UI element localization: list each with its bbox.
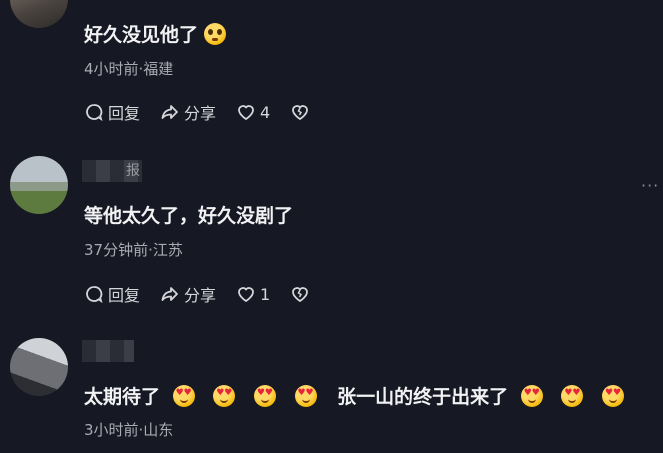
heart-eyes-icon <box>294 385 317 407</box>
reply-label: 回复 <box>108 104 141 123</box>
avatar[interactable] <box>10 338 68 396</box>
pleading-face-icon <box>204 23 227 45</box>
comment-text: 等他太久了，好久没剧了 <box>84 205 294 227</box>
share-button[interactable]: 分享 <box>160 100 216 124</box>
comment-actions: 回复 分享 1 <box>84 282 334 306</box>
heart-eyes-icon <box>602 385 625 407</box>
comment-actions: 回复 分享 4 <box>84 100 334 124</box>
avatar[interactable] <box>10 0 68 28</box>
share-label: 分享 <box>184 104 217 123</box>
reply-button[interactable]: 回复 <box>84 282 140 306</box>
comment-text-part2: 张一山的终于出来了 <box>337 386 509 408</box>
reply-icon <box>86 104 103 122</box>
comment-meta: 4小时前·福建 <box>84 60 174 78</box>
like-button[interactable]: 4 <box>236 102 270 122</box>
comment-meta: 3小时前·山东 <box>84 421 174 439</box>
heart-eyes-icon <box>561 385 584 407</box>
like-button[interactable]: 1 <box>236 284 270 304</box>
heart-eyes-icon <box>172 385 195 407</box>
username[interactable]: 报 <box>82 160 142 182</box>
more-options-icon[interactable]: ··· <box>641 176 659 195</box>
username[interactable] <box>82 340 134 362</box>
comment-text: 太期待了 张一山的终于出来了 <box>84 382 630 409</box>
reply-button[interactable]: 回复 <box>84 100 140 124</box>
like-count: 1 <box>260 284 271 304</box>
comment-meta: 37分钟前·江苏 <box>84 241 183 259</box>
avatar[interactable] <box>10 156 68 214</box>
dislike-button[interactable] <box>290 284 314 304</box>
like-count: 4 <box>260 102 271 122</box>
broken-heart-icon <box>292 105 309 121</box>
broken-heart-icon <box>292 287 309 303</box>
share-icon <box>161 287 178 301</box>
heart-icon <box>238 105 254 121</box>
heart-eyes-icon <box>520 385 543 407</box>
dislike-button[interactable] <box>290 102 314 122</box>
heart-eyes-icon <box>213 385 236 407</box>
reply-label: 回复 <box>108 286 141 305</box>
comment-text-part1: 太期待了 <box>84 386 161 408</box>
share-label: 分享 <box>184 286 217 305</box>
comment-text-content: 好久没见他了 <box>84 24 199 46</box>
comment-text: 好久没见他了 <box>84 20 232 47</box>
reply-icon <box>86 286 103 304</box>
heart-eyes-icon <box>253 385 276 407</box>
share-icon <box>161 105 178 119</box>
share-button[interactable]: 分享 <box>160 282 216 306</box>
heart-icon <box>238 287 254 303</box>
